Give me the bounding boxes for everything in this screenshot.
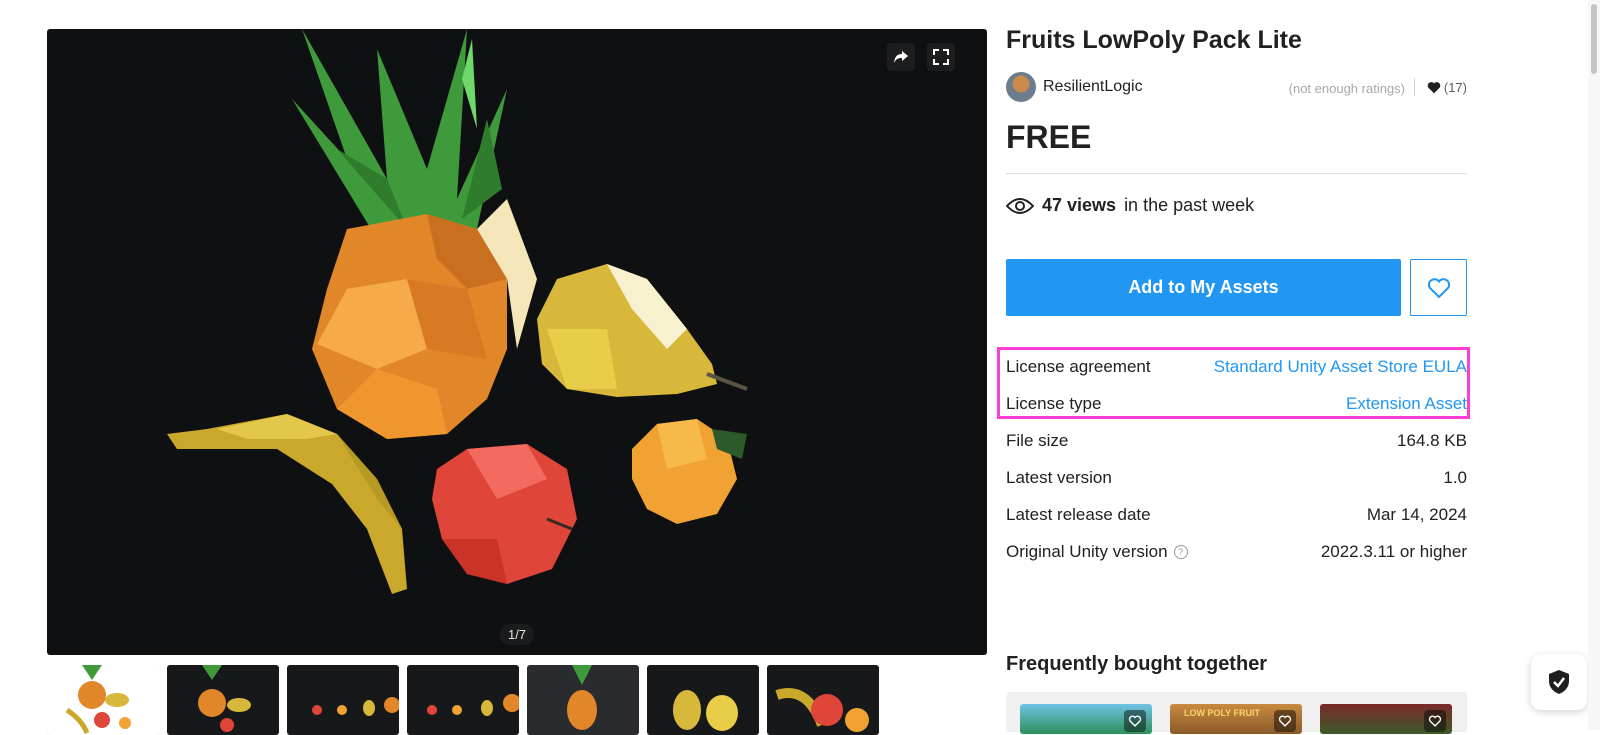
thumbnail-image xyxy=(312,697,399,716)
views-info: 47 views in the past week xyxy=(1006,195,1254,216)
publisher-name[interactable]: ResilientLogic xyxy=(1043,78,1143,96)
thumbnail-6[interactable] xyxy=(647,665,759,735)
heart-outline-icon xyxy=(1128,715,1142,727)
release-date-label: Latest release date xyxy=(1006,505,1151,524)
thumbnail-image xyxy=(775,688,869,732)
related-wishlist-button[interactable] xyxy=(1424,710,1446,732)
license-agreement-link[interactable]: Standard Unity Asset Store EULA xyxy=(1214,357,1467,377)
page-scrollbar[interactable] xyxy=(1588,0,1600,730)
unity-version-label: Original Unity version xyxy=(1006,542,1168,561)
fullscreen-button[interactable] xyxy=(927,43,955,71)
license-type-row: License type Extension Asset xyxy=(1006,394,1467,416)
release-date-row: Latest release date Mar 14, 2024 xyxy=(1006,505,1467,527)
heart-outline-icon xyxy=(1427,277,1450,298)
divider xyxy=(1414,78,1415,96)
image-counter: 1/7 xyxy=(499,624,535,645)
thumbnail-image xyxy=(567,665,597,730)
favorites-count: (17) xyxy=(1427,80,1467,95)
fruits-render xyxy=(167,29,748,594)
thumbnail-2[interactable] xyxy=(167,665,279,735)
add-to-my-assets-button[interactable]: Add to My Assets xyxy=(1006,259,1401,316)
image-viewer[interactable]: 1/7 xyxy=(47,29,987,655)
privacy-shield-button[interactable] xyxy=(1531,654,1587,710)
publisher-row: ResilientLogic (not enough ratings) (17) xyxy=(1006,72,1467,102)
divider xyxy=(1006,173,1467,174)
file-size-label: File size xyxy=(1006,431,1069,450)
file-size-row: File size 164.8 KB xyxy=(1006,431,1467,453)
heart-outline-icon xyxy=(1278,715,1292,727)
related-wishlist-button[interactable] xyxy=(1274,710,1296,732)
thumbnail-5[interactable] xyxy=(527,665,639,735)
price: FREE xyxy=(1006,119,1092,155)
frequently-bought-list: LOW POLY FRUIT xyxy=(1006,692,1467,734)
latest-version-label: Latest version xyxy=(1006,468,1112,487)
unity-version-label-group: Original Unity version ? xyxy=(1006,542,1188,562)
heart-outline-icon xyxy=(1428,715,1442,727)
unity-version-row: Original Unity version ? 2022.3.11 or hi… xyxy=(1006,542,1467,564)
release-date-value: Mar 14, 2024 xyxy=(1366,505,1467,524)
thumbnail-image xyxy=(198,665,251,732)
file-size-value: 164.8 KB xyxy=(1397,431,1467,450)
unity-version-value: 2022.3.11 or higher xyxy=(1320,542,1467,561)
heart-icon xyxy=(1427,82,1441,94)
latest-version-row: Latest version 1.0 xyxy=(1006,468,1467,490)
thumbnail-image xyxy=(427,694,519,716)
shield-check-icon xyxy=(1549,670,1569,694)
latest-version-value: 1.0 xyxy=(1443,468,1467,487)
frequently-bought-title: Frequently bought together xyxy=(1006,653,1268,675)
thumbnail-image xyxy=(47,665,159,735)
license-agreement-row: License agreement Standard Unity Asset S… xyxy=(1006,357,1467,379)
thumbnail-3[interactable] xyxy=(287,665,399,735)
fullscreen-icon xyxy=(933,49,949,65)
views-suffix: in the past week xyxy=(1124,195,1255,215)
related-wishlist-button[interactable] xyxy=(1124,710,1146,732)
scrollbar-thumb[interactable] xyxy=(1591,4,1597,74)
help-icon[interactable]: ? xyxy=(1173,545,1188,559)
license-type-label: License type xyxy=(1006,394,1102,413)
wishlist-button[interactable] xyxy=(1410,259,1467,316)
thumbnail-7[interactable] xyxy=(767,665,879,735)
eye-icon xyxy=(1006,197,1034,214)
license-agreement-label: License agreement xyxy=(1006,357,1151,376)
product-title: Fruits LowPoly Pack Lite xyxy=(1006,26,1302,54)
license-type-link[interactable]: Extension Asset xyxy=(1346,394,1467,414)
share-icon xyxy=(894,51,908,63)
publisher-avatar[interactable] xyxy=(1006,72,1036,102)
share-button[interactable] xyxy=(887,43,915,71)
thumbnail-4[interactable] xyxy=(407,665,519,735)
thumbnail-1[interactable] xyxy=(47,665,159,735)
ratings-text: (not enough ratings) xyxy=(1288,81,1405,96)
thumbnail-image xyxy=(673,690,738,731)
favorites-label: (17) xyxy=(1443,80,1467,95)
related-asset-card-text: LOW POLY FRUIT xyxy=(1184,708,1261,718)
views-count: 47 views xyxy=(1042,195,1117,215)
